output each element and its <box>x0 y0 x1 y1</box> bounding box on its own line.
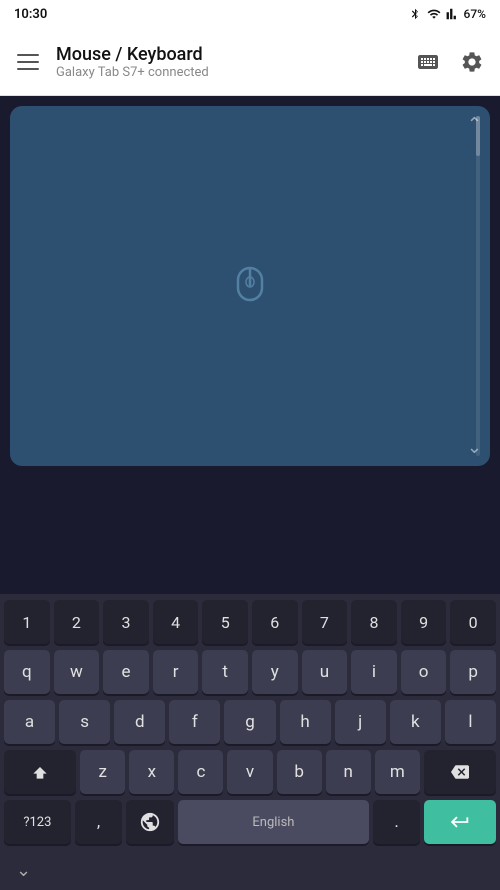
mouse-svg <box>226 260 274 308</box>
scroll-bar <box>476 116 480 456</box>
enter-icon <box>449 811 471 833</box>
key-g[interactable]: g <box>224 700 275 744</box>
status-bar: 10:30 67% <box>0 0 500 28</box>
title-area: Mouse / Keyboard Galaxy Tab S7+ connecte… <box>56 44 400 80</box>
key-o[interactable]: o <box>401 650 447 694</box>
keyboard-hide-button[interactable]: ⌄ <box>16 860 31 881</box>
key-4[interactable]: 4 <box>153 600 199 644</box>
scroll-thumb <box>476 116 480 156</box>
key-d[interactable]: d <box>114 700 165 744</box>
top-actions <box>408 42 492 82</box>
battery-percent: 67% <box>464 7 486 21</box>
key-w[interactable]: w <box>54 650 100 694</box>
bottom-row: ?123 , English . <box>0 800 500 844</box>
trackpad-area[interactable]: ⌃ ⌄ <box>10 106 490 466</box>
signal-icon <box>446 7 460 21</box>
key-q[interactable]: q <box>4 650 50 694</box>
key-2[interactable]: 2 <box>54 600 100 644</box>
settings-icon <box>460 50 484 74</box>
key-y[interactable]: y <box>252 650 298 694</box>
asdf-row: a s d f g h j k l <box>0 700 500 744</box>
page-subtitle: Galaxy Tab S7+ connected <box>56 65 400 80</box>
globe-key[interactable] <box>126 800 174 844</box>
key-v[interactable]: v <box>227 750 272 794</box>
key-5[interactable]: 5 <box>202 600 248 644</box>
comma-key[interactable]: , <box>75 800 123 844</box>
key-a[interactable]: a <box>4 700 55 744</box>
key-f[interactable]: f <box>169 700 220 744</box>
key-z[interactable]: z <box>80 750 125 794</box>
mouse-icon <box>226 260 274 312</box>
backspace-icon <box>449 763 471 781</box>
period-key[interactable]: . <box>373 800 421 844</box>
settings-button[interactable] <box>452 42 492 82</box>
key-e[interactable]: e <box>103 650 149 694</box>
key-t[interactable]: t <box>202 650 248 694</box>
key-l[interactable]: l <box>445 700 496 744</box>
key-h[interactable]: h <box>280 700 331 744</box>
qwerty-row: q w e r t y u i o p <box>0 650 500 694</box>
key-9[interactable]: 9 <box>401 600 447 644</box>
shift-icon <box>30 762 50 782</box>
keyboard-button[interactable] <box>408 42 448 82</box>
key-3[interactable]: 3 <box>103 600 149 644</box>
key-j[interactable]: j <box>335 700 386 744</box>
keyboard-icon <box>416 50 440 74</box>
key-7[interactable]: 7 <box>302 600 348 644</box>
key-s[interactable]: s <box>59 700 110 744</box>
key-m[interactable]: m <box>375 750 420 794</box>
number-row: 1 2 3 4 5 6 7 8 9 0 <box>0 600 500 644</box>
key-k[interactable]: k <box>390 700 441 744</box>
key-8[interactable]: 8 <box>351 600 397 644</box>
top-bar: Mouse / Keyboard Galaxy Tab S7+ connecte… <box>0 28 500 96</box>
key-c[interactable]: c <box>178 750 223 794</box>
key-u[interactable]: u <box>302 650 348 694</box>
status-time: 10:30 <box>14 7 47 22</box>
key-i[interactable]: i <box>351 650 397 694</box>
key-0[interactable]: 0 <box>450 600 496 644</box>
status-icons: 67% <box>408 7 486 21</box>
globe-icon <box>139 811 161 833</box>
keyboard-bottom-bar: ⌄ <box>0 850 500 890</box>
key-6[interactable]: 6 <box>252 600 298 644</box>
wifi-icon <box>426 7 442 21</box>
key-1[interactable]: 1 <box>4 600 50 644</box>
space-key[interactable]: English <box>178 800 369 844</box>
menu-button[interactable] <box>8 42 48 82</box>
key-p[interactable]: p <box>450 650 496 694</box>
backspace-key[interactable] <box>424 750 496 794</box>
key-n[interactable]: n <box>326 750 371 794</box>
key-b[interactable]: b <box>277 750 322 794</box>
page-title: Mouse / Keyboard <box>56 44 400 65</box>
enter-key[interactable] <box>424 800 496 844</box>
bluetooth-icon <box>408 7 422 21</box>
symbols-key[interactable]: ?123 <box>4 800 71 844</box>
key-x[interactable]: x <box>129 750 174 794</box>
zxcv-row: z x c v b n m <box>0 750 500 794</box>
key-r[interactable]: r <box>153 650 199 694</box>
shift-key[interactable] <box>4 750 76 794</box>
scroll-down-chevron[interactable]: ⌄ <box>467 437 482 458</box>
keyboard-area: 1 2 3 4 5 6 7 8 9 0 q w e r t y u i o p … <box>0 594 500 890</box>
